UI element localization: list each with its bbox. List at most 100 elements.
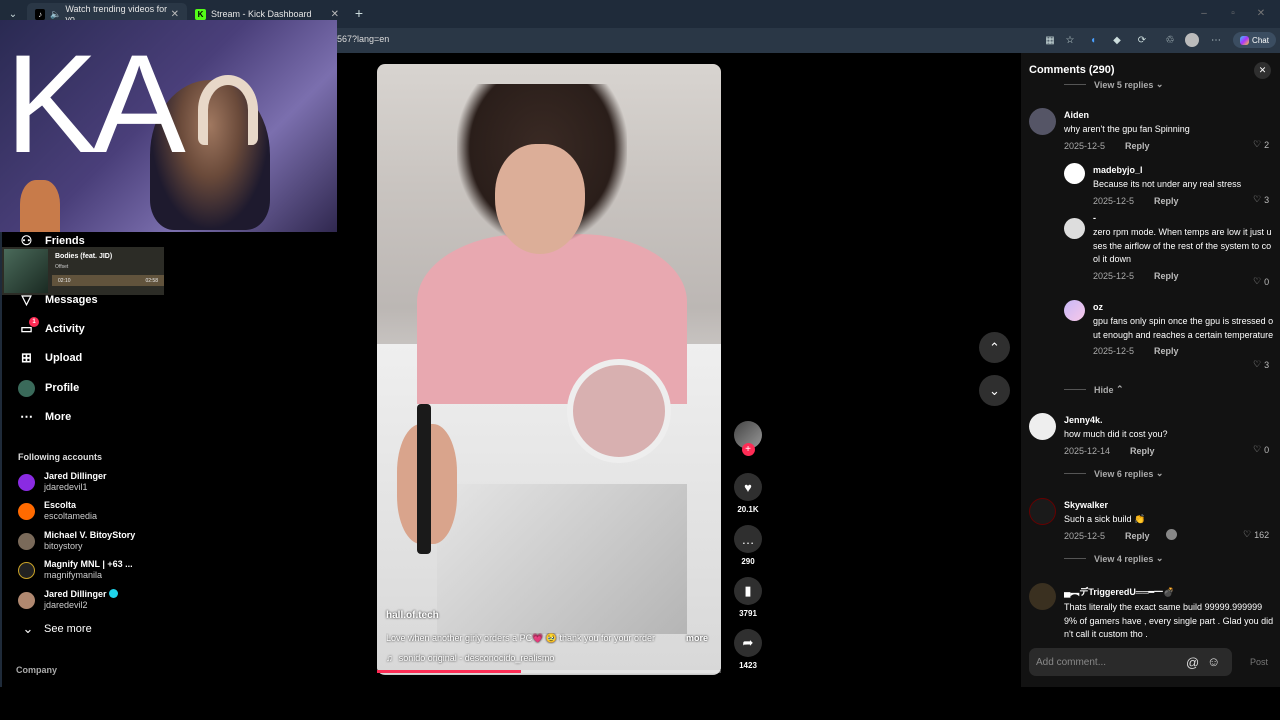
avatar[interactable] <box>1029 498 1056 525</box>
comment-text: Thats literally the exact same build 999… <box>1064 602 1274 639</box>
comment-like-button[interactable]: ♡ 3 <box>1253 194 1269 205</box>
chevron-down-icon: ⌄ <box>989 382 1000 398</box>
avatar[interactable] <box>1029 583 1056 610</box>
video-author[interactable]: hall.of.tech <box>386 610 439 621</box>
browser-menu-icon[interactable]: ⋯ <box>1209 33 1223 47</box>
reply-button[interactable]: Reply <box>1154 271 1179 281</box>
avatar[interactable] <box>1064 300 1085 321</box>
previous-video-button[interactable]: ⌃ <box>979 332 1010 363</box>
account-name: Magnify MNL | +63 ... <box>44 559 133 569</box>
split-screen-icon[interactable]: ▦ <box>1043 33 1057 47</box>
music-note-icon: ♫ <box>386 653 393 663</box>
copilot-icon <box>1240 35 1250 45</box>
reply-button[interactable]: Reply <box>1130 446 1155 456</box>
following-account[interactable]: Jared Dillinger jdaredevil2 <box>18 587 118 613</box>
like-button[interactable]: ♥ 20.1K <box>734 473 762 514</box>
hide-replies-button[interactable]: Hide ⌃ <box>1064 384 1124 395</box>
save-button[interactable]: ▮ 3791 <box>734 577 762 618</box>
comment-username[interactable]: oz <box>1093 302 1275 312</box>
video-sound[interactable]: ♫ sonido original - desconocido_realismo <box>386 653 554 663</box>
read-aloud-icon[interactable]: ◖ <box>1086 33 1100 47</box>
comment-like-button[interactable]: ♡ 162 <box>1243 529 1269 540</box>
creator-avatar-button[interactable]: + <box>734 421 762 456</box>
comment-like-button[interactable]: ♡ 0 <box>1253 276 1269 287</box>
sidebar-item-activity[interactable]: ▭ 1 Activity <box>18 316 85 340</box>
comment-text: zero rpm mode. When temps are low it jus… <box>1093 227 1272 264</box>
sidebar-item-label: Upload <box>45 352 83 364</box>
video-progress-bar[interactable] <box>377 670 721 673</box>
webcam-overlay: KA <box>0 20 337 232</box>
reply-button[interactable]: Reply <box>1125 531 1150 541</box>
following-account[interactable]: Magnify MNL | +63 ... magnifymanila <box>18 557 133 583</box>
motherboard <box>437 484 687 634</box>
comment-username[interactable]: - <box>1093 213 1275 223</box>
comment-username[interactable]: Aiden <box>1064 110 1274 120</box>
extension-icon[interactable]: ◆ <box>1110 33 1124 47</box>
comment-like-count: 3 <box>1264 359 1270 370</box>
emoji-icon[interactable]: ☺ <box>1207 654 1220 669</box>
following-account[interactable]: Escolta escoltamedia <box>18 498 97 524</box>
tab-close-icon[interactable]: ✕ <box>171 9 179 20</box>
speaker-icon[interactable]: 🔈 <box>50 9 61 20</box>
view-replies-button[interactable]: View 5 replies ⌄ <box>1064 79 1163 90</box>
reply-item: - zero rpm mode. When temps are low it j… <box>1093 213 1275 281</box>
avatar[interactable] <box>1029 108 1056 135</box>
sidebar-item-more[interactable]: ⋯ More <box>18 406 71 428</box>
window-close-icon[interactable]: ✕ <box>1254 6 1268 20</box>
view-replies-label: View 6 replies <box>1094 468 1154 479</box>
reply-button[interactable]: Reply <box>1154 196 1179 206</box>
share-button[interactable]: ➦ 1423 <box>734 629 762 670</box>
maximize-icon[interactable]: ▫ <box>1226 6 1240 20</box>
profile-avatar-icon[interactable] <box>1185 33 1199 47</box>
avatar[interactable] <box>1029 413 1056 440</box>
avatar[interactable] <box>1064 218 1085 239</box>
chat-label: Chat <box>1252 35 1269 45</box>
comment-like-button[interactable]: ♡ 2 <box>1253 139 1269 150</box>
footer-company-link[interactable]: Company <box>16 665 57 675</box>
comments-title: Comments (290) <box>1029 64 1115 76</box>
see-more-button[interactable]: ⌄ See more <box>22 618 92 640</box>
following-account[interactable]: Jared Dillinger jdaredevil1 <box>18 469 107 495</box>
reply-button[interactable]: Reply <box>1125 141 1150 151</box>
add-comment-input[interactable]: Add comment... <box>1029 648 1232 676</box>
new-tab-plus-icon[interactable]: + <box>352 5 366 21</box>
comment-like-button[interactable]: ♡ 0 <box>1253 444 1269 455</box>
minimize-icon[interactable]: – <box>1197 6 1211 20</box>
sidebar-item-label: Activity <box>45 323 85 335</box>
caption-more-link[interactable]: more <box>686 633 708 643</box>
track-title: Bodies (feat. JID) <box>55 253 113 260</box>
sidebar-item-upload[interactable]: ⊞ Upload <box>18 347 82 369</box>
chevron-up-icon: ⌃ <box>989 339 1000 355</box>
comment-like-count: 2 <box>1264 139 1270 150</box>
collections-icon[interactable]: ♲ <box>1163 33 1177 47</box>
reply-button[interactable]: Reply <box>1154 346 1179 356</box>
now-playing-widget[interactable]: Bodies (feat. JID) Offset 02:10 02:58 <box>2 247 164 295</box>
hide-label: Hide <box>1094 384 1114 395</box>
comment-username[interactable]: Skywalker <box>1064 500 1274 510</box>
favorite-star-icon[interactable]: ☆ <box>1063 33 1077 47</box>
view-replies-button[interactable]: View 6 replies ⌄ <box>1064 468 1163 479</box>
track-progress[interactable]: 02:10 02:58 <box>52 275 164 286</box>
sidebar-item-profile[interactable]: Profile <box>18 377 79 399</box>
comment-username[interactable]: Jenny4k. <box>1064 415 1274 425</box>
comment-username[interactable]: ▄︻デTriggeredU══━一💣 <box>1064 585 1274 598</box>
close-comments-button[interactable]: ✕ <box>1254 62 1271 79</box>
mention-icon[interactable]: @ <box>1186 655 1199 670</box>
tab-close-icon[interactable]: ✕ <box>331 9 339 20</box>
following-account[interactable]: Michael V. BitoyStory bitoystory <box>18 528 135 554</box>
comment-button[interactable]: … 290 <box>734 525 762 566</box>
comment-like-button[interactable]: ♡ 3 <box>1253 359 1269 370</box>
reply-item: madebyjo_l Because its not under any rea… <box>1093 165 1275 206</box>
tab-list-chevron-icon[interactable]: ⌄ <box>6 7 20 21</box>
video-player[interactable] <box>377 64 721 675</box>
post-button[interactable]: Post <box>1250 657 1268 667</box>
comment-text: Because its not under any real stress <box>1093 179 1242 189</box>
refresh-extension-icon[interactable]: ⟳ <box>1135 33 1149 47</box>
copilot-chat-button[interactable]: Chat <box>1233 32 1276 48</box>
next-video-button[interactable]: ⌄ <box>979 375 1010 406</box>
comment-username[interactable]: madebyjo_l <box>1093 165 1275 175</box>
avatar[interactable] <box>1064 163 1085 184</box>
follow-plus-icon[interactable]: + <box>741 443 755 456</box>
view-replies-button[interactable]: View 4 replies ⌄ <box>1064 553 1163 564</box>
url-field[interactable]: 567?lang=en <box>337 34 389 44</box>
